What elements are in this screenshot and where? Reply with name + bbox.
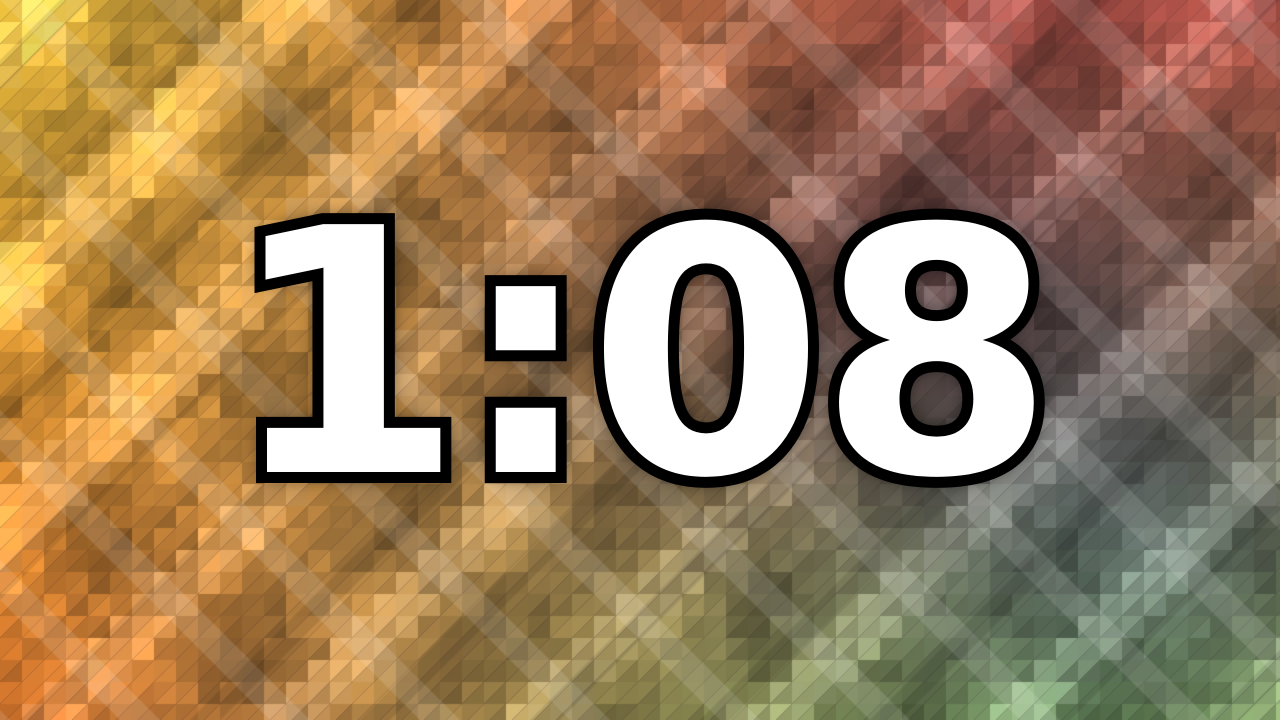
timer-screen: 1:08 <box>0 0 1280 720</box>
countdown-time-text: 1:08 <box>216 157 1066 553</box>
countdown-display: 1:08 <box>0 0 1280 720</box>
